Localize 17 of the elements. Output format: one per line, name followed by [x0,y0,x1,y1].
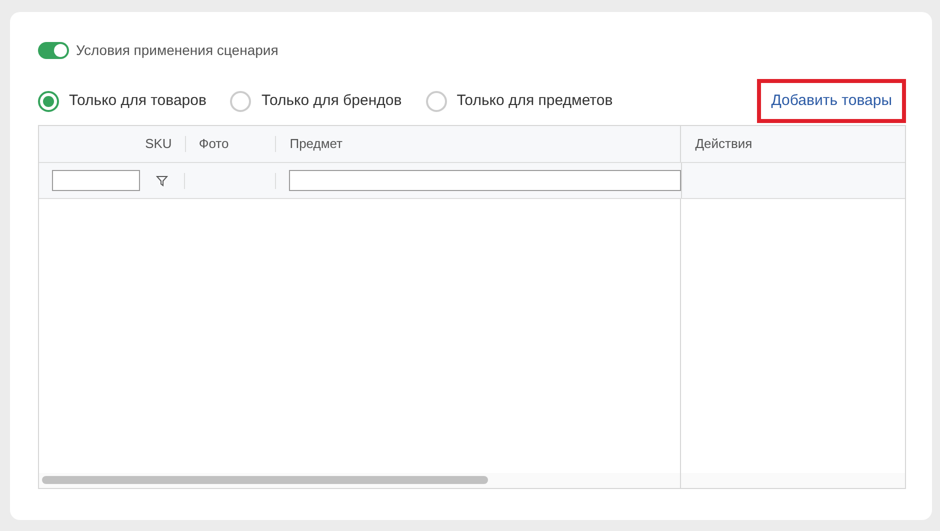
filter-input[interactable] [52,170,140,191]
scrollbar-thumb[interactable] [42,476,488,484]
column-header: Действия [695,135,752,154]
radio-button[interactable] [38,90,59,112]
filter-icon[interactable] [156,174,168,186]
column-header: Предмет [290,135,343,154]
radio-button[interactable] [426,90,447,112]
radio-button[interactable] [230,90,252,112]
column-header: Фото [198,135,229,154]
radio-label[interactable]: Только для брендов [261,90,402,112]
filter-input[interactable] [288,170,680,191]
radio-label[interactable]: Только для предметов [456,90,613,112]
radio-label[interactable]: Только для товаров [69,90,206,112]
column-header: SKU [145,135,172,154]
toggle-label: Условия применения сценария [76,41,278,60]
add-products-link[interactable]: Добавить товары [757,78,906,124]
toggle-switch[interactable] [38,42,69,59]
